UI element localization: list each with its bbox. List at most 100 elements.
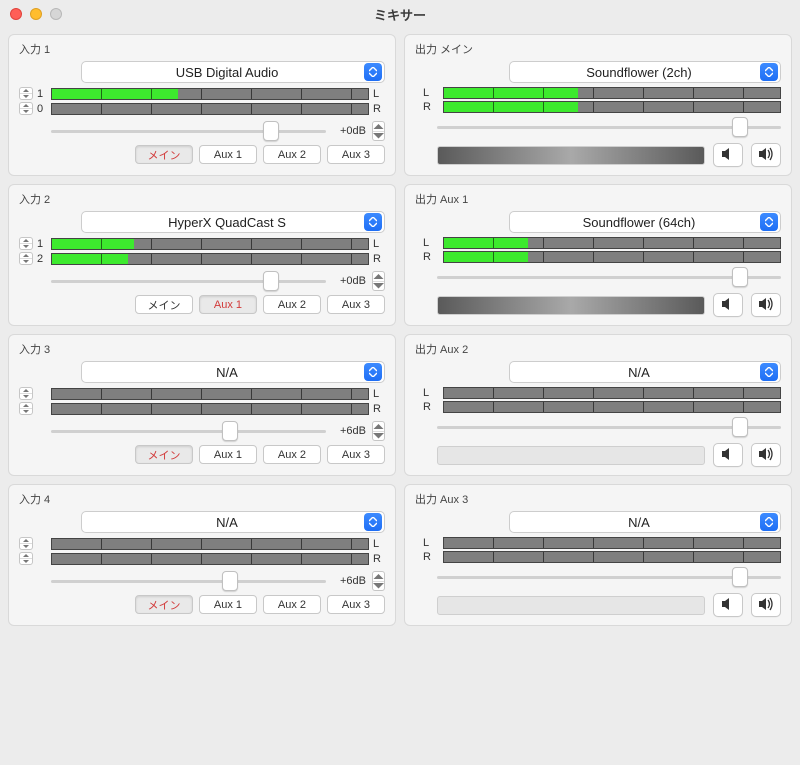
- route-aux1-button[interactable]: Aux 1: [199, 295, 257, 314]
- speaker-full-icon: [758, 447, 774, 464]
- gain-readout: +6dB: [332, 575, 366, 587]
- meter-row: L: [423, 537, 781, 549]
- route-aux3-button[interactable]: Aux 3: [327, 145, 385, 164]
- device-select[interactable]: Soundflower (2ch): [509, 61, 781, 83]
- gain-stepper[interactable]: [372, 421, 385, 441]
- gain-stepper[interactable]: [372, 271, 385, 291]
- max-volume-button[interactable]: [751, 143, 781, 167]
- route-aux3-button[interactable]: Aux 3: [327, 445, 385, 464]
- device-select-label: N/A: [90, 365, 364, 380]
- panel-title: 入力 4: [19, 491, 385, 507]
- meter-row: L: [423, 87, 781, 99]
- device-select-label: Soundflower (2ch): [518, 65, 760, 80]
- route-aux2-button[interactable]: Aux 2: [263, 445, 321, 464]
- channel-stepper[interactable]: [19, 537, 33, 550]
- route-aux3-button[interactable]: Aux 3: [327, 595, 385, 614]
- gain-stepper[interactable]: [372, 571, 385, 591]
- channel-side: R: [423, 551, 437, 563]
- channel-stepper[interactable]: [19, 552, 33, 565]
- balance-bar[interactable]: [437, 596, 705, 615]
- output-panel-1: 出力 メイン Soundflower (2ch) L R: [404, 34, 792, 176]
- device-select[interactable]: N/A: [81, 511, 385, 533]
- gain-slider[interactable]: [51, 123, 326, 139]
- mute-button[interactable]: [713, 593, 743, 617]
- route-buttons: メイン Aux 1 Aux 2 Aux 3: [19, 145, 385, 164]
- route-buttons: メイン Aux 1 Aux 2 Aux 3: [19, 295, 385, 314]
- route-aux1-button[interactable]: Aux 1: [199, 595, 257, 614]
- max-volume-button[interactable]: [751, 293, 781, 317]
- channel-stepper[interactable]: [19, 252, 33, 265]
- route-main-button[interactable]: メイン: [135, 295, 193, 314]
- channel-stepper[interactable]: [19, 402, 33, 415]
- device-select-label: N/A: [518, 515, 760, 530]
- channel-stepper[interactable]: [19, 102, 33, 115]
- output-panel-4: 出力 Aux 3 N/A L R: [404, 484, 792, 626]
- chevron-up-down-icon: [760, 513, 778, 531]
- channel-number: 2: [35, 253, 45, 265]
- channel-number: 1: [35, 238, 45, 250]
- speaker-mute-icon: [720, 447, 736, 464]
- mute-button[interactable]: [713, 443, 743, 467]
- balance-bar[interactable]: [437, 296, 705, 315]
- channel-stepper[interactable]: [19, 87, 33, 100]
- level-meter: [443, 101, 781, 113]
- speaker-full-icon: [758, 597, 774, 614]
- channel-side: R: [373, 403, 385, 415]
- input-panel-3: 入力 3 N/A L: [8, 334, 396, 476]
- output-panel-3: 出力 Aux 2 N/A L R: [404, 334, 792, 476]
- input-panel-2: 入力 2 HyperX QuadCast S 1 L 2: [8, 184, 396, 326]
- device-select[interactable]: N/A: [509, 511, 781, 533]
- gain-stepper[interactable]: [372, 121, 385, 141]
- channel-stepper[interactable]: [19, 237, 33, 250]
- route-aux1-button[interactable]: Aux 1: [199, 445, 257, 464]
- route-main-button[interactable]: メイン: [135, 595, 193, 614]
- volume-slider[interactable]: [437, 269, 781, 285]
- channel-side: L: [373, 388, 385, 400]
- meter-row: 1 L: [19, 237, 385, 250]
- device-select-label: USB Digital Audio: [90, 65, 364, 80]
- gain-slider[interactable]: [51, 573, 326, 589]
- channel-side: R: [373, 103, 385, 115]
- panel-title: 入力 1: [19, 41, 385, 57]
- speaker-mute-icon: [720, 147, 736, 164]
- level-meter: [51, 553, 369, 565]
- balance-bar[interactable]: [437, 146, 705, 165]
- route-aux2-button[interactable]: Aux 2: [263, 595, 321, 614]
- route-aux2-button[interactable]: Aux 2: [263, 295, 321, 314]
- chevron-up-down-icon: [760, 213, 778, 231]
- volume-slider[interactable]: [437, 419, 781, 435]
- route-main-button[interactable]: メイン: [135, 445, 193, 464]
- channel-number: 1: [35, 88, 45, 100]
- mute-button[interactable]: [713, 143, 743, 167]
- balance-bar[interactable]: [437, 446, 705, 465]
- gain-slider[interactable]: [51, 273, 326, 289]
- device-select[interactable]: Soundflower (64ch): [509, 211, 781, 233]
- panel-title: 入力 2: [19, 191, 385, 207]
- input-panel-4: 入力 4 N/A L: [8, 484, 396, 626]
- level-meter: [51, 388, 369, 400]
- channel-number: 0: [35, 103, 45, 115]
- meter-row: 0 R: [19, 102, 385, 115]
- gain-slider[interactable]: [51, 423, 326, 439]
- max-volume-button[interactable]: [751, 443, 781, 467]
- channel-stepper[interactable]: [19, 387, 33, 400]
- meter-row: L: [423, 237, 781, 249]
- channel-side: R: [423, 251, 437, 263]
- route-aux2-button[interactable]: Aux 2: [263, 145, 321, 164]
- panel-title: 出力 Aux 3: [415, 491, 781, 507]
- volume-slider[interactable]: [437, 119, 781, 135]
- device-select[interactable]: N/A: [81, 361, 385, 383]
- device-select[interactable]: N/A: [509, 361, 781, 383]
- level-meter: [443, 87, 781, 99]
- mute-button[interactable]: [713, 293, 743, 317]
- route-aux3-button[interactable]: Aux 3: [327, 295, 385, 314]
- device-select[interactable]: USB Digital Audio: [81, 61, 385, 83]
- route-main-button[interactable]: メイン: [135, 145, 193, 164]
- channel-side: R: [423, 101, 437, 113]
- device-select[interactable]: HyperX QuadCast S: [81, 211, 385, 233]
- input-panel-1: 入力 1 USB Digital Audio 1 L 0: [8, 34, 396, 176]
- volume-slider[interactable]: [437, 569, 781, 585]
- max-volume-button[interactable]: [751, 593, 781, 617]
- route-aux1-button[interactable]: Aux 1: [199, 145, 257, 164]
- speaker-full-icon: [758, 147, 774, 164]
